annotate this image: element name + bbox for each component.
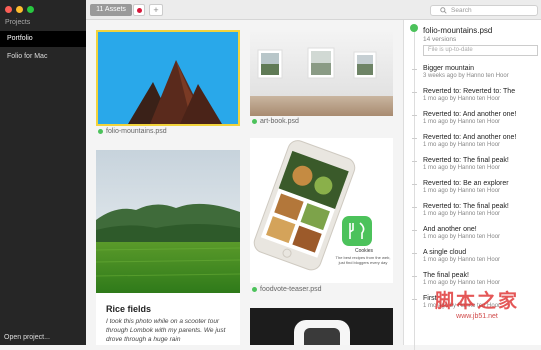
history-entry[interactable]: Reverted to: Be an explorer 1 mo ago by … <box>423 180 509 194</box>
status-dot-icon <box>98 129 103 134</box>
timeline-tick <box>412 253 417 254</box>
asset-caption: folio-mountains.psd <box>98 128 167 135</box>
asset-caption: art-book.psd <box>252 118 299 125</box>
history-entry-meta: 1 mo ago by Hanno ten Hoor <box>423 211 501 217</box>
asset-card-art-book[interactable] <box>250 30 393 116</box>
search-icon <box>440 7 447 14</box>
sidebar: Projects Portfolio Folio for Mac Open pr… <box>0 0 86 345</box>
search-placeholder: Search <box>451 7 472 14</box>
current-version-dot-icon <box>410 24 418 32</box>
history-entry[interactable]: Reverted to: And another one! 1 mo ago b… <box>423 134 516 148</box>
history-file-name: folio-mountains.psd <box>423 26 493 35</box>
history-entry-meta: 1 mo ago by Hanno ten Hoor <box>423 234 501 240</box>
record-dot-icon <box>137 8 142 13</box>
assets-count-button[interactable]: 11 Assets <box>90 4 132 16</box>
history-entry-title: And another one! <box>423 226 477 233</box>
status-dot-icon <box>252 119 257 124</box>
history-entry[interactable]: Reverted to: Reverted to: The 1 mo ago b… <box>423 88 515 102</box>
history-entry[interactable]: A single cloud 1 mo ago by Hanno ten Hoo… <box>423 249 500 263</box>
history-entry-meta: 1 mo ago by Hanno ten Hoor <box>423 257 501 263</box>
sidebar-item-folio-for-mac[interactable]: Folio for Mac <box>0 49 86 65</box>
history-entry-meta: 1 mo ago by Hanno ten Hoor <box>423 165 501 171</box>
mountains-thumbnail <box>98 32 238 124</box>
timeline-tick <box>412 276 417 277</box>
history-entry[interactable]: Reverted to: And another one! 1 mo ago b… <box>423 111 516 125</box>
asset-card-foodvote-teaser[interactable]: Cookies The best recipes from the web, j… <box>250 138 393 283</box>
history-entry[interactable]: And another one! 1 mo ago by Hanno ten H… <box>423 226 500 240</box>
close-window-icon[interactable] <box>5 6 12 13</box>
history-entry-meta: 1 mo ago by Hanno ten Hoor <box>423 142 501 148</box>
asset-card-mountains[interactable] <box>96 30 240 126</box>
asset-caption: foodvote-teaser.psd <box>252 286 322 293</box>
history-entry-meta: 1 mo ago by Hanno ten Hoor <box>423 119 501 125</box>
add-button[interactable]: + <box>149 4 163 16</box>
commit-message-input[interactable]: File is up-to-date <box>423 45 538 56</box>
history-entry[interactable]: The final peak! 1 mo ago by Hanno ten Ho… <box>423 272 500 286</box>
window-controls <box>5 6 34 13</box>
timeline-tick <box>412 115 417 116</box>
open-project-link[interactable]: Open project... <box>4 334 50 341</box>
art-book-thumbnail <box>250 30 393 116</box>
timeline-tick <box>412 138 417 139</box>
history-entry-meta: 3 weeks ago by Hanno ten Hoor <box>423 73 509 79</box>
asset-name: art-book.psd <box>260 118 299 125</box>
history-entry-meta: 1 mo ago by Hanno ten Hoor <box>423 188 501 194</box>
watermark-logo: 脚本之家 <box>434 290 519 312</box>
history-entry-title: Reverted to: The final peak! <box>423 203 509 210</box>
history-entry[interactable]: Reverted to: The final peak! 1 mo ago by… <box>423 157 509 171</box>
asset-name: folio-mountains.psd <box>106 128 167 135</box>
timeline-tick <box>412 184 417 185</box>
history-entry-title: Reverted to: And another one! <box>423 111 517 118</box>
toolbar: 11 Assets + Search <box>86 0 541 20</box>
rice-card-body: I took this photo while on a scooter tou… <box>106 318 226 343</box>
record-filter-button[interactable] <box>133 4 145 16</box>
history-entry-title: Reverted to: Be an explorer <box>423 180 509 187</box>
zoom-window-icon[interactable] <box>27 6 34 13</box>
rice-card-title: Rice fields <box>106 304 152 314</box>
timeline-tick <box>412 230 417 231</box>
history-entry-title: Bigger mountain <box>423 65 474 72</box>
timeline-line <box>414 30 415 350</box>
minimize-window-icon[interactable] <box>16 6 23 13</box>
app-name: Cookies <box>354 248 374 254</box>
asset-name: foodvote-teaser.psd <box>260 286 322 293</box>
app-icon-thumbnail <box>294 320 350 345</box>
history-entry-title: Reverted to: And another one! <box>423 134 517 141</box>
history-entry-title: Reverted to: Reverted to: The <box>423 88 516 95</box>
timeline-tick <box>412 207 417 208</box>
timeline-tick <box>412 161 417 162</box>
sidebar-item-portfolio[interactable]: Portfolio <box>0 31 86 47</box>
history-entry-title: Reverted to: The final peak! <box>423 157 509 164</box>
history-entry-title: The final peak! <box>423 272 469 279</box>
history-entry[interactable]: Reverted to: The final peak! 1 mo ago by… <box>423 203 509 217</box>
search-input[interactable]: Search <box>430 5 538 16</box>
rice-fields-thumbnail <box>96 150 240 293</box>
history-entry-title: A single cloud <box>423 249 467 256</box>
timeline-tick <box>412 299 417 300</box>
asset-card-app-icon[interactable] <box>250 308 393 345</box>
status-dot-icon <box>252 287 257 292</box>
sidebar-title: Projects <box>5 19 31 26</box>
watermark-url: www.jb51.net <box>456 313 498 320</box>
app-tagline: The best recipes from the web, just find… <box>335 255 391 265</box>
timeline-tick <box>412 92 417 93</box>
history-entry-meta: 1 mo ago by Hanno ten Hoor <box>423 96 501 102</box>
history-version-count: 14 versions <box>423 36 457 43</box>
asset-grid: folio-mountains.psd art-book.psd Rice fi… <box>86 20 403 345</box>
asset-card-rice-fields[interactable]: Rice fields I took this photo while on a… <box>96 150 240 345</box>
history-entry[interactable]: Bigger mountain 3 weeks ago by Hanno ten… <box>423 65 509 79</box>
timeline-tick <box>412 69 417 70</box>
